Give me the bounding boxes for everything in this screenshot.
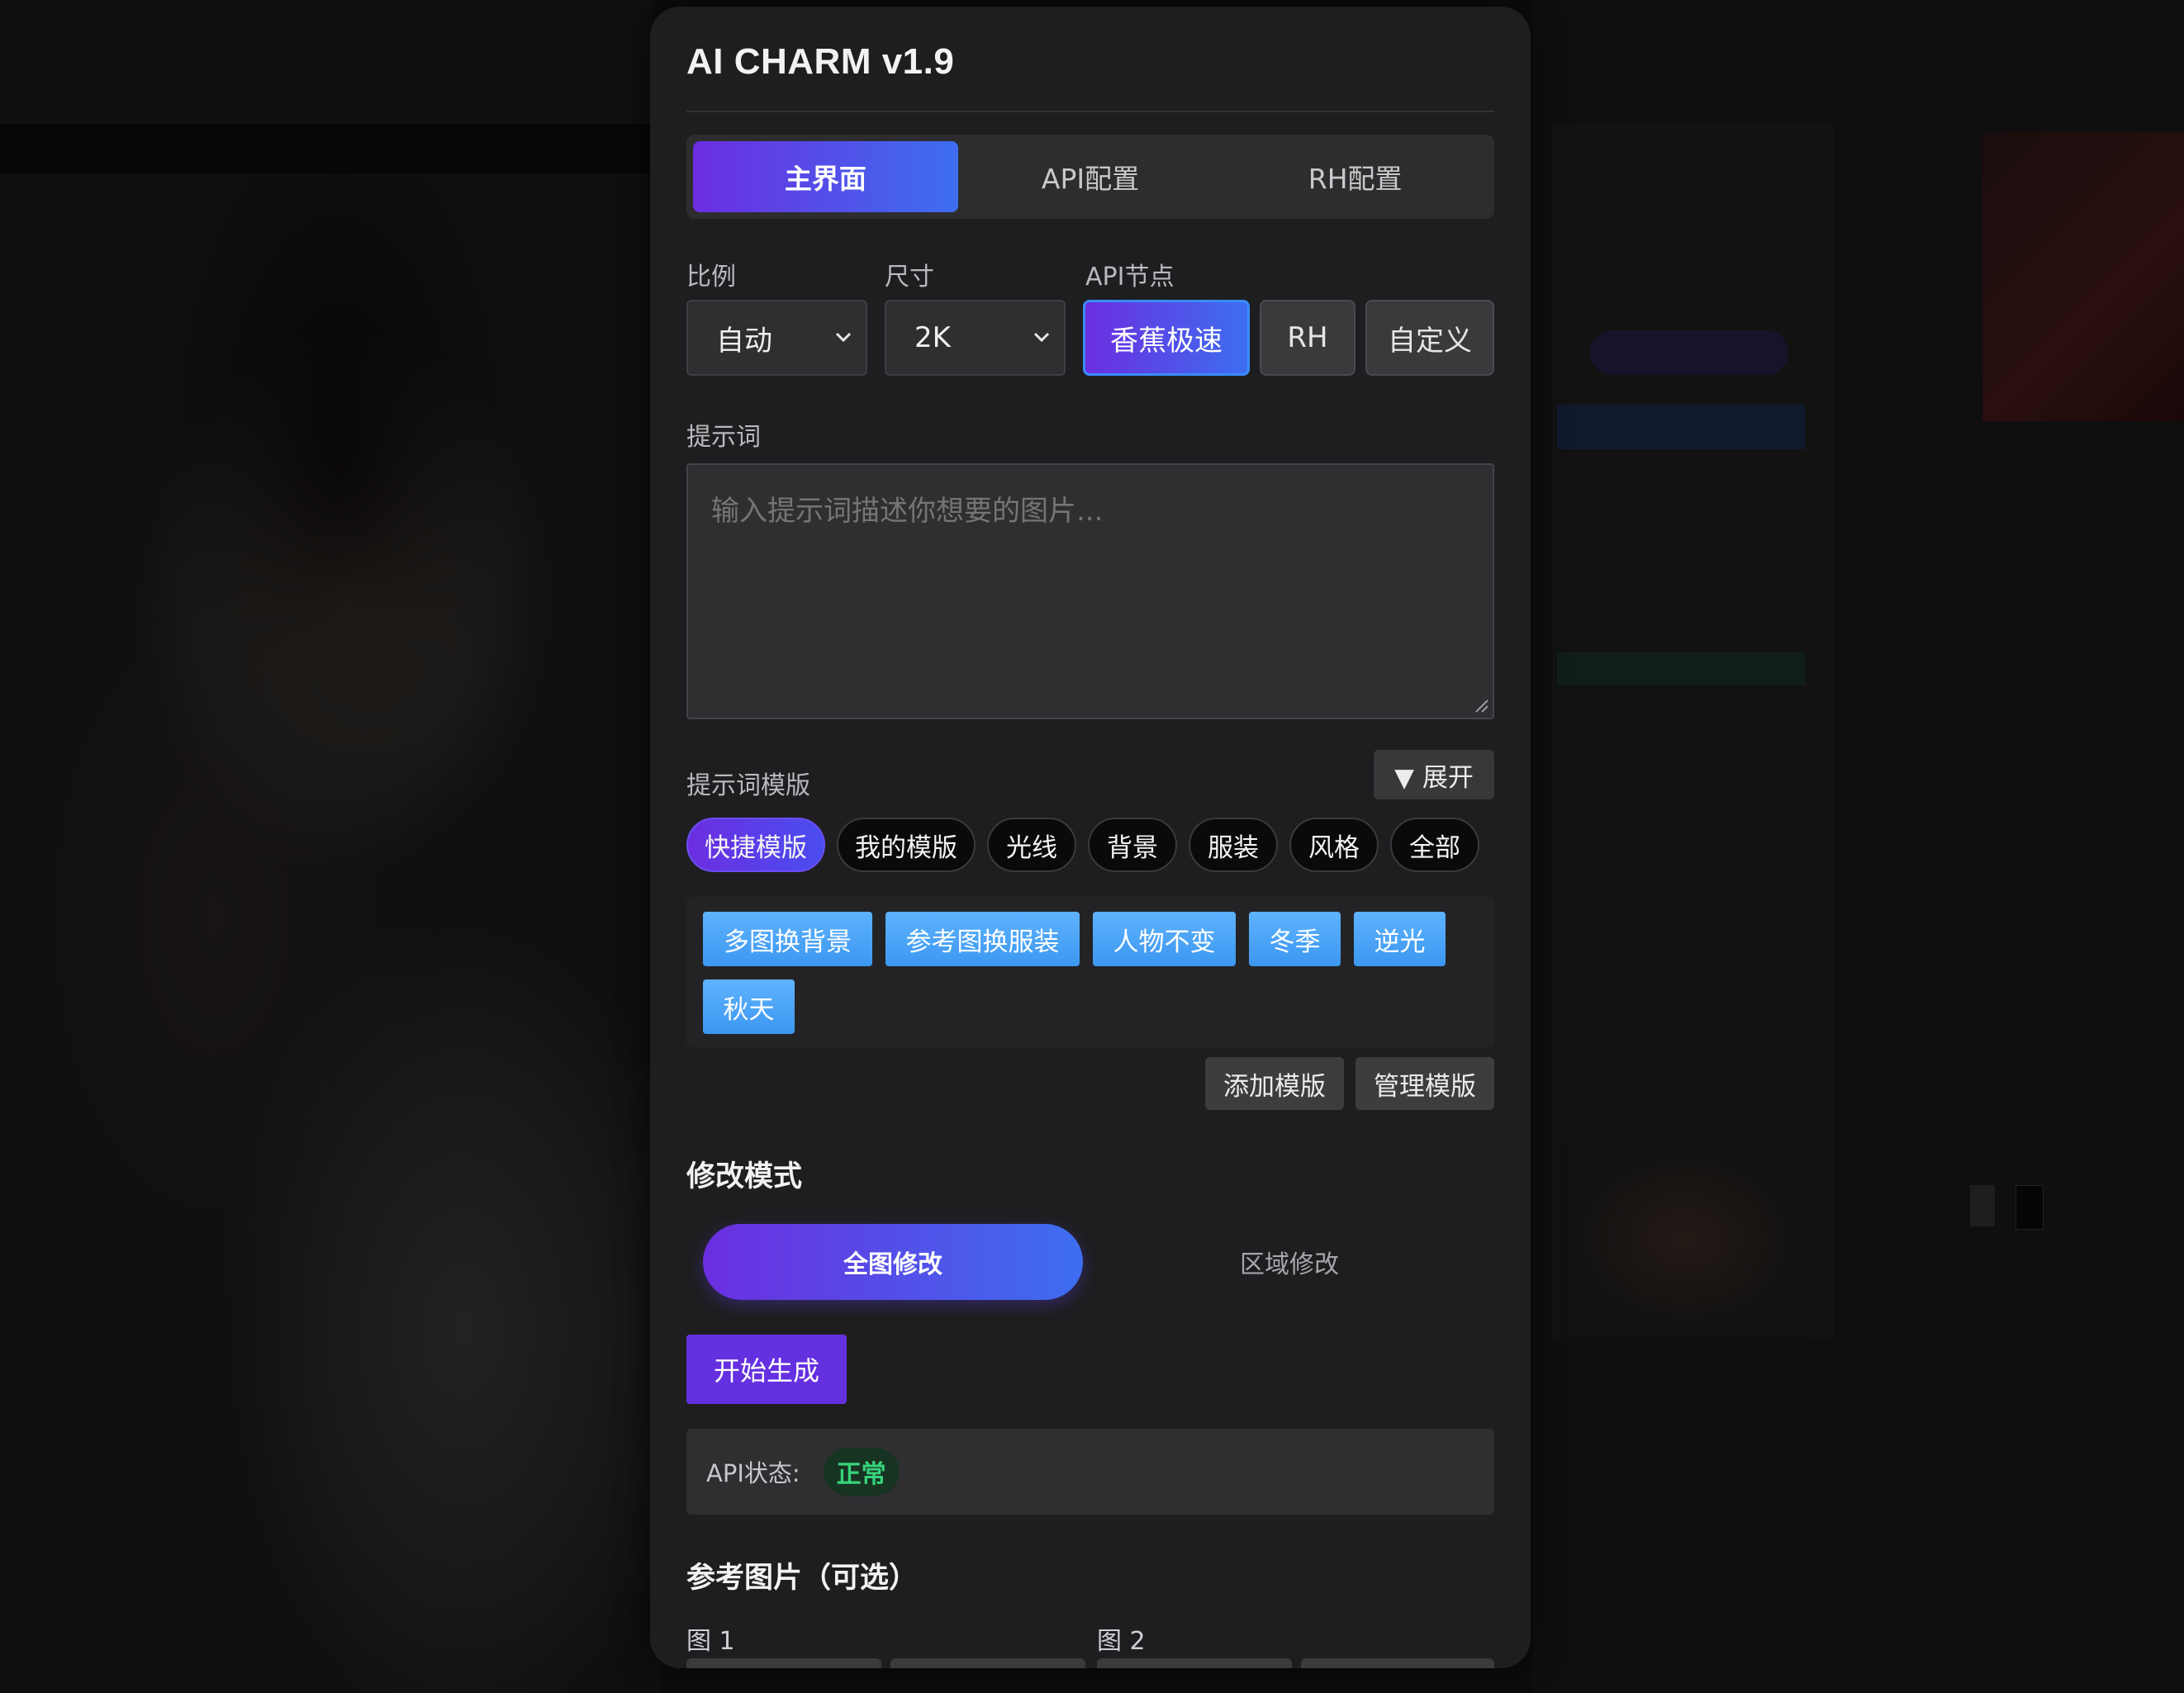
mode-region-button[interactable]: 区域修改: [1099, 1224, 1479, 1300]
api-status-bar: API状态: 正常: [686, 1429, 1494, 1515]
status-badge: 正常: [823, 1448, 900, 1496]
background-photo-shadow: [165, 173, 512, 917]
plugin-panel: AI CHARM v1.9 主界面 API配置 RH配置 比例 尺寸 API节点…: [650, 7, 1531, 1668]
node-button-rh[interactable]: RH: [1260, 300, 1356, 376]
background-toolbar-strip: [0, 124, 653, 173]
expand-button[interactable]: ▼ 展开: [1374, 750, 1494, 799]
category-background[interactable]: 背景: [1088, 818, 1177, 872]
chevron-down-icon: [1033, 332, 1050, 343]
chevron-down-icon: [835, 332, 852, 343]
category-quick[interactable]: 快捷模版: [686, 818, 825, 872]
category-mine[interactable]: 我的模版: [837, 818, 976, 872]
prompt-input[interactable]: [686, 463, 1494, 719]
size-label: 尺寸: [885, 263, 934, 292]
reference-image-slot[interactable]: [1301, 1658, 1494, 1668]
tab-main[interactable]: 主界面: [693, 141, 958, 212]
category-style[interactable]: 风格: [1289, 818, 1379, 872]
category-all[interactable]: 全部: [1390, 818, 1479, 872]
node-button-custom[interactable]: 自定义: [1365, 300, 1494, 376]
title-divider: [686, 111, 1494, 112]
mode-section-title: 修改模式: [686, 1160, 803, 1193]
reference-image-slot[interactable]: [1097, 1658, 1292, 1668]
background-layer-thumb: [1970, 1185, 1995, 1226]
category-clothing[interactable]: 服装: [1189, 818, 1278, 872]
mode-toggle: 全图修改 区域修改: [686, 1214, 1494, 1313]
template-label: 提示词模版: [686, 771, 810, 800]
template-chip[interactable]: 秋天: [703, 979, 795, 1034]
reference-section-title: 参考图片（可选）: [686, 1562, 919, 1595]
reference-image1-label: 图 1: [686, 1627, 735, 1656]
tab-bar: 主界面 API配置 RH配置: [686, 135, 1494, 219]
ratio-label: 比例: [686, 263, 736, 292]
template-chip[interactable]: 多图换背景: [703, 912, 872, 966]
mode-full-image-button[interactable]: 全图修改: [703, 1224, 1083, 1300]
prompt-label: 提示词: [686, 423, 761, 452]
template-chip[interactable]: 冬季: [1249, 912, 1341, 966]
screen: AI CHARM v1.9 主界面 API配置 RH配置 比例 尺寸 API节点…: [0, 0, 2184, 1693]
template-chip-area: 多图换背景 参考图换服装 人物不变 冬季 逆光 秋天: [686, 897, 1494, 1047]
reference-image-slot[interactable]: [686, 1658, 881, 1668]
category-lighting[interactable]: 光线: [987, 818, 1076, 872]
template-chip[interactable]: 人物不变: [1093, 912, 1236, 966]
size-select-value: 2K: [914, 321, 951, 354]
template-category-row: 快捷模版 我的模版 光线 背景 服装 风格 全部: [686, 818, 1479, 872]
app-title: AI CHARM v1.9: [686, 41, 955, 82]
node-button-banana[interactable]: 香蕉极速: [1083, 300, 1250, 376]
background-color-picker: [1982, 132, 2184, 421]
background-bar: [1557, 405, 1805, 449]
template-chip-row: 多图换背景 参考图换服装 人物不变 冬季 逆光: [703, 912, 1446, 966]
background-bar-green: [1557, 652, 1805, 685]
ratio-select-value: 自动: [716, 324, 772, 358]
background-layer-mask: [2015, 1185, 2044, 1230]
template-chip[interactable]: 逆光: [1354, 912, 1446, 966]
tab-api-config[interactable]: API配置: [958, 141, 1223, 212]
manage-template-button[interactable]: 管理模版: [1356, 1057, 1494, 1110]
reference-image-slot[interactable]: [890, 1658, 1085, 1668]
template-chip[interactable]: 参考图换服装: [885, 912, 1080, 966]
ratio-select[interactable]: 自动: [686, 300, 867, 376]
size-select[interactable]: 2K: [885, 300, 1066, 376]
background-button: [1590, 330, 1788, 375]
api-status-label: API状态:: [706, 1459, 800, 1487]
add-template-button[interactable]: 添加模版: [1205, 1057, 1344, 1110]
tab-rh-config[interactable]: RH配置: [1223, 141, 1488, 212]
api-node-label: API节点: [1085, 263, 1175, 292]
resize-grip-icon[interactable]: [1469, 694, 1489, 714]
reference-image2-label: 图 2: [1097, 1627, 1146, 1656]
background-thumbnail: [1561, 1140, 1809, 1338]
start-generate-button[interactable]: 开始生成: [686, 1335, 847, 1404]
template-chip-row: 秋天: [703, 979, 795, 1034]
